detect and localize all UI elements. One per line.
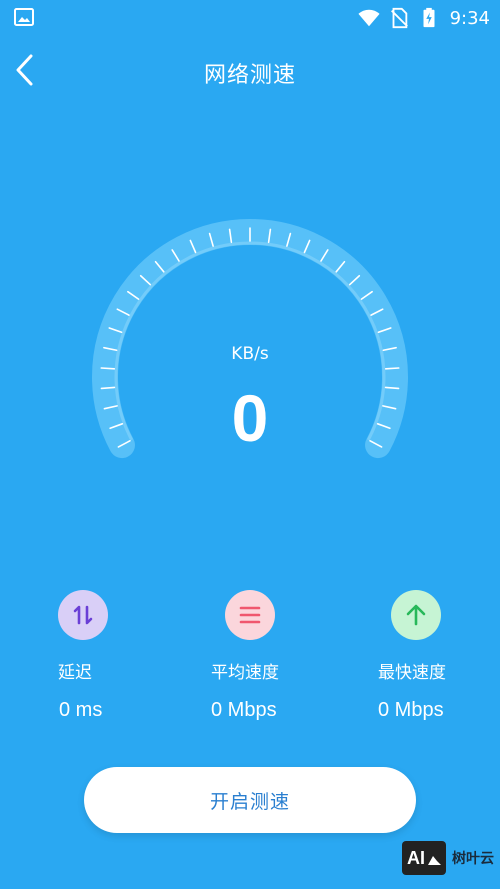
max-badge: [391, 590, 441, 640]
gauge-value: 0: [231, 381, 269, 455]
start-test-label: 开启测速: [209, 791, 290, 813]
watermark-text: 树叶云: [452, 851, 494, 867]
page-title: 网络测速: [203, 63, 296, 88]
status-bar: 9:34: [0, 0, 500, 35]
average-label: 平均速度: [211, 663, 279, 683]
wifi-icon: [358, 9, 380, 27]
gauge-tick: [100, 367, 116, 370]
stats-row: 延迟 0 ms 平均速度 0 Mbps 最快速度 0 Mbps: [0, 588, 500, 738]
stat-average-speed: 平均速度 0 Mbps: [210, 588, 370, 738]
latency-value: 0 ms: [59, 699, 103, 721]
latency-badge: [58, 590, 108, 640]
image-icon: [14, 8, 34, 26]
latency-label: 延迟: [58, 663, 92, 683]
gauge-unit: KB/s: [231, 344, 269, 364]
stat-latency: 延迟 0 ms: [55, 588, 215, 738]
status-time: 9:34: [449, 7, 490, 29]
speed-gauge: KB/s 0: [0, 170, 500, 490]
battery-charging-icon: [423, 7, 435, 28]
start-test-button[interactable]: 开启测速: [84, 767, 416, 833]
watermark: AI 树叶云: [402, 841, 494, 875]
stat-max-speed: 最快速度 0 Mbps: [377, 588, 500, 738]
watermark-logo: AI: [402, 841, 446, 875]
max-value: 0 Mbps: [378, 699, 444, 721]
max-label: 最快速度: [378, 663, 446, 683]
menu-lines-icon: [239, 606, 261, 624]
average-badge: [225, 590, 275, 640]
no-sim-icon: [390, 7, 408, 29]
watermark-logo-art: AI: [407, 848, 441, 868]
arrow-up-icon: [406, 604, 426, 626]
gauge-tick: [384, 367, 400, 370]
average-value: 0 Mbps: [211, 699, 277, 721]
svg-text:AI: AI: [407, 848, 425, 868]
app-header: 网络测速: [0, 35, 500, 105]
up-down-arrows-icon: [73, 605, 93, 625]
